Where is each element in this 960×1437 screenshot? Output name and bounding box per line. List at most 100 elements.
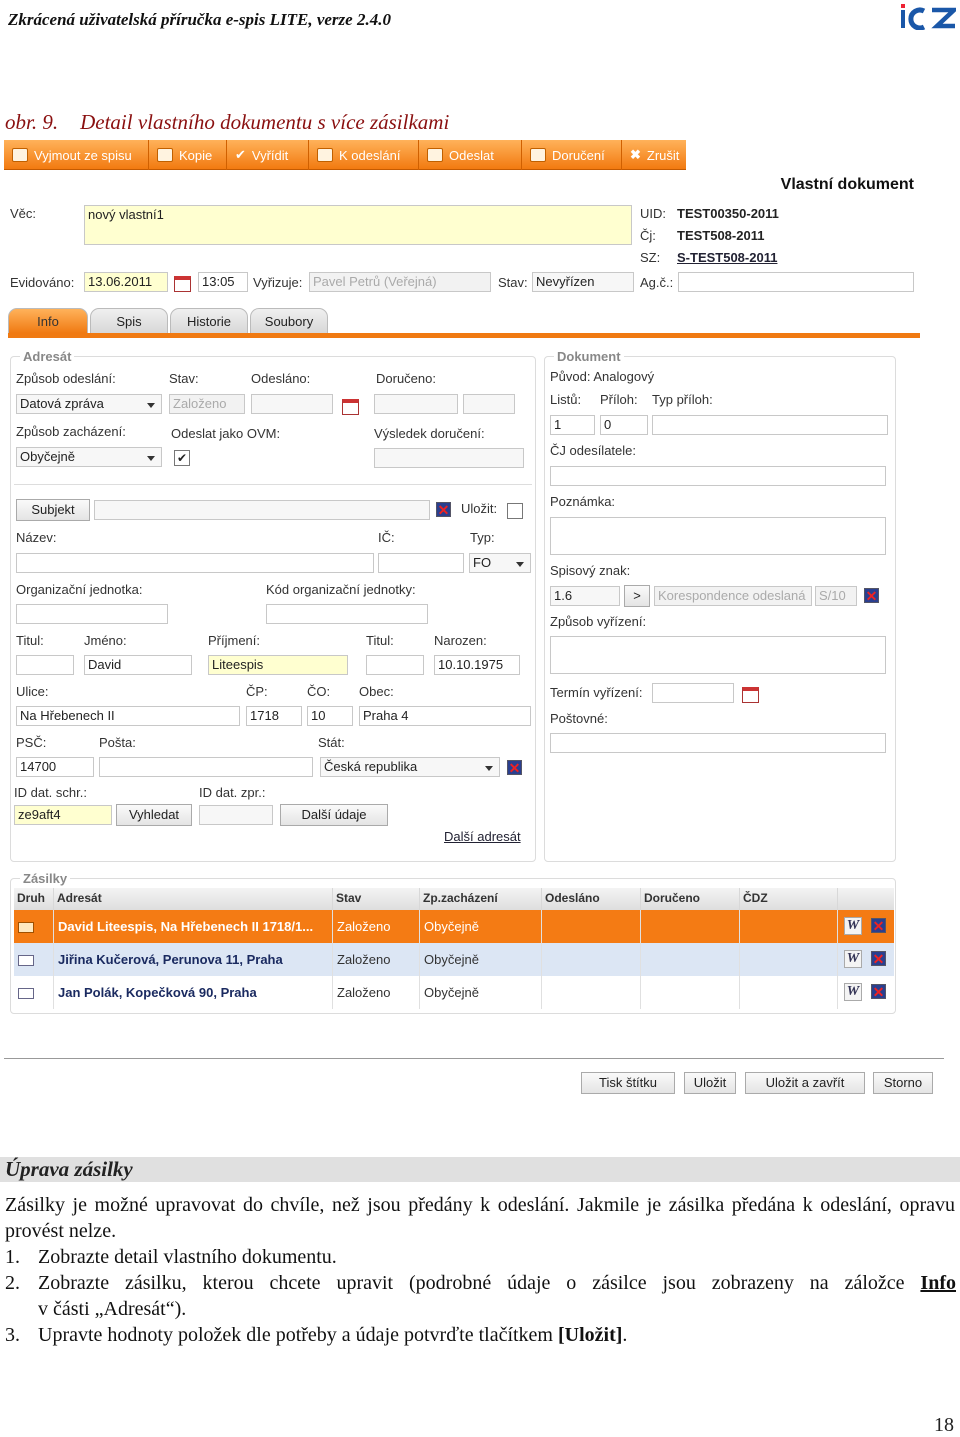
nazev-field[interactable] [16, 553, 374, 573]
word-icon[interactable]: W [844, 917, 862, 935]
spis-znak-field[interactable]: 1.6 [550, 586, 620, 606]
delete-x-icon[interactable]: ✕ [871, 951, 886, 966]
idzpr-label: ID dat. zpr.: [199, 785, 266, 800]
vyhledat-button[interactable]: Vyhledat [116, 804, 192, 826]
vec-field[interactable]: nový vlastní1 [84, 205, 632, 245]
calendar-icon[interactable] [174, 276, 191, 292]
odeslano-field[interactable] [251, 394, 333, 414]
step-number: 3. [5, 1324, 20, 1346]
evidovano-date[interactable]: 13.06.2011 [84, 272, 168, 292]
column-header[interactable]: Stav [333, 888, 420, 910]
row-doruceno [641, 943, 740, 976]
column-header[interactable]: ČDZ [740, 888, 838, 910]
cj-value: TEST508-2011 [677, 228, 765, 243]
table-row[interactable]: Jiřina Kučerová, Perunova 11, Praha Zalo… [14, 943, 894, 976]
zpusob-zachazeni-label: Způsob zacházení: [16, 424, 126, 439]
co-field[interactable]: 10 [307, 706, 353, 726]
agc-field[interactable] [678, 272, 914, 292]
row-stav: Založeno [333, 943, 420, 976]
posta-field[interactable] [99, 757, 313, 777]
table-row[interactable]: Jan Polák, Kopečková 90, Praha Založeno … [14, 976, 894, 1009]
sz-link[interactable]: S-TEST508-2011 [677, 250, 777, 265]
doruceno-field[interactable] [374, 394, 458, 414]
vyrizuje-field[interactable]: Pavel Petrů (Veřejná) [309, 272, 491, 292]
priloh-field[interactable]: 0 [600, 415, 648, 435]
ulozit-checkbox[interactable] [507, 503, 523, 519]
typ-priloh-field[interactable] [652, 415, 888, 435]
dalsi-adresat-link[interactable]: Další adresát [444, 829, 521, 844]
termin-field[interactable] [652, 683, 734, 703]
calendar-icon[interactable] [742, 687, 759, 703]
zpusob-vyrizeni-field[interactable] [550, 636, 886, 674]
word-icon[interactable]: W [844, 983, 862, 1001]
idschr-field[interactable]: ze9aft4 [14, 805, 112, 825]
zpusob-zachazeni-select[interactable]: Obyčejně [16, 447, 162, 467]
vyjmout-button[interactable]: Vyjmout ze spisu [4, 140, 149, 170]
tab-historie[interactable]: Historie [170, 308, 248, 334]
ovm-checkbox[interactable]: ✔ [174, 450, 190, 466]
idzpr-field[interactable] [199, 805, 273, 825]
tab-soubory[interactable]: Soubory [250, 308, 328, 334]
zrusit-button[interactable]: ✖ Zrušit [622, 140, 686, 170]
dalsi-udaje-button[interactable]: Další údaje [280, 804, 388, 826]
vyridit-button[interactable]: ✔ Vyřídit [227, 140, 309, 170]
storno-button[interactable]: Storno [873, 1072, 933, 1094]
icz-logo [901, 4, 956, 30]
clear-x-icon[interactable]: ✕ [864, 588, 879, 603]
adresat-title: Adresát [20, 349, 75, 364]
subjekt-button[interactable]: Subjekt [16, 499, 90, 521]
odeslat-button[interactable]: Odeslat [419, 140, 522, 170]
postovne-field[interactable] [550, 733, 886, 753]
ic-field[interactable] [378, 553, 464, 573]
prijmeni-field[interactable]: Liteespis [208, 655, 348, 675]
column-header[interactable]: Doručeno [641, 888, 740, 910]
stat-select[interactable]: Česká republika [320, 757, 500, 777]
cj-odesilatele-field[interactable] [550, 466, 886, 486]
column-header[interactable]: Zp.zacházení [420, 888, 542, 910]
evidovano-time[interactable]: 13:05 [198, 272, 248, 292]
ulice-field[interactable]: Na Hřebenech II [16, 706, 240, 726]
table-row-selected[interactable]: David Liteespis, Na Hřebenech II 1718/1.… [14, 910, 894, 943]
psc-field[interactable]: 14700 [16, 757, 94, 777]
typ-label: Typ: [470, 530, 495, 545]
co-label: ČO: [307, 684, 331, 699]
idschr-label: ID dat. schr.: [14, 785, 87, 800]
tab-spis[interactable]: Spis [90, 308, 168, 334]
delete-x-icon[interactable]: ✕ [871, 984, 886, 999]
clear-x-icon[interactable]: ✕ [507, 760, 522, 775]
column-header[interactable]: Odesláno [542, 888, 641, 910]
narozen-field[interactable]: 10.10.1975 [434, 655, 520, 675]
agc-label: Ag.č.: [640, 275, 674, 290]
word-icon[interactable]: W [844, 950, 862, 968]
delete-x-icon[interactable]: ✕ [871, 918, 886, 933]
column-header[interactable]: Druh [14, 888, 54, 910]
zpusob-odeslani-select[interactable]: Datová zpráva [16, 394, 162, 414]
kopie-button[interactable]: Kopie [149, 140, 227, 170]
row-adresat: Jan Polák, Kopečková 90, Praha [54, 976, 333, 1009]
titul2-field[interactable] [366, 655, 424, 675]
calendar-icon[interactable] [342, 399, 359, 415]
typ-select[interactable]: FO [469, 553, 531, 573]
kod-org-field[interactable] [266, 604, 428, 624]
stav-label: Stav: [498, 275, 528, 290]
clear-x-icon[interactable]: ✕ [436, 502, 451, 517]
k-odeslani-button[interactable]: K odeslání [309, 140, 419, 170]
doruceni-button[interactable]: Doručení [522, 140, 622, 170]
column-header[interactable]: Adresát [54, 888, 333, 910]
listu-field[interactable]: 1 [550, 415, 595, 435]
ulozit-button[interactable]: Uložit [684, 1072, 736, 1094]
cp-field[interactable]: 1718 [246, 706, 302, 726]
titul-field[interactable] [16, 655, 74, 675]
doruceno-time-field[interactable] [463, 394, 515, 414]
ulozit-a-zavrit-button[interactable]: Uložit a zavřít [745, 1072, 865, 1094]
app-screenshot: Vyjmout ze spisu Kopie ✔ Vyřídit K odeslá… [4, 140, 950, 1094]
jmeno-field[interactable]: David [84, 655, 192, 675]
spis-znak-button[interactable]: > [624, 585, 650, 607]
tab-info[interactable]: Info [8, 308, 88, 334]
envelope-icon [14, 976, 54, 1009]
info-link[interactable]: Info [920, 1272, 956, 1294]
obec-field[interactable]: Praha 4 [359, 706, 531, 726]
tisk-stitku-button[interactable]: Tisk štítku [581, 1072, 675, 1094]
poznamka-field[interactable] [550, 517, 886, 555]
org-field[interactable] [16, 604, 168, 624]
